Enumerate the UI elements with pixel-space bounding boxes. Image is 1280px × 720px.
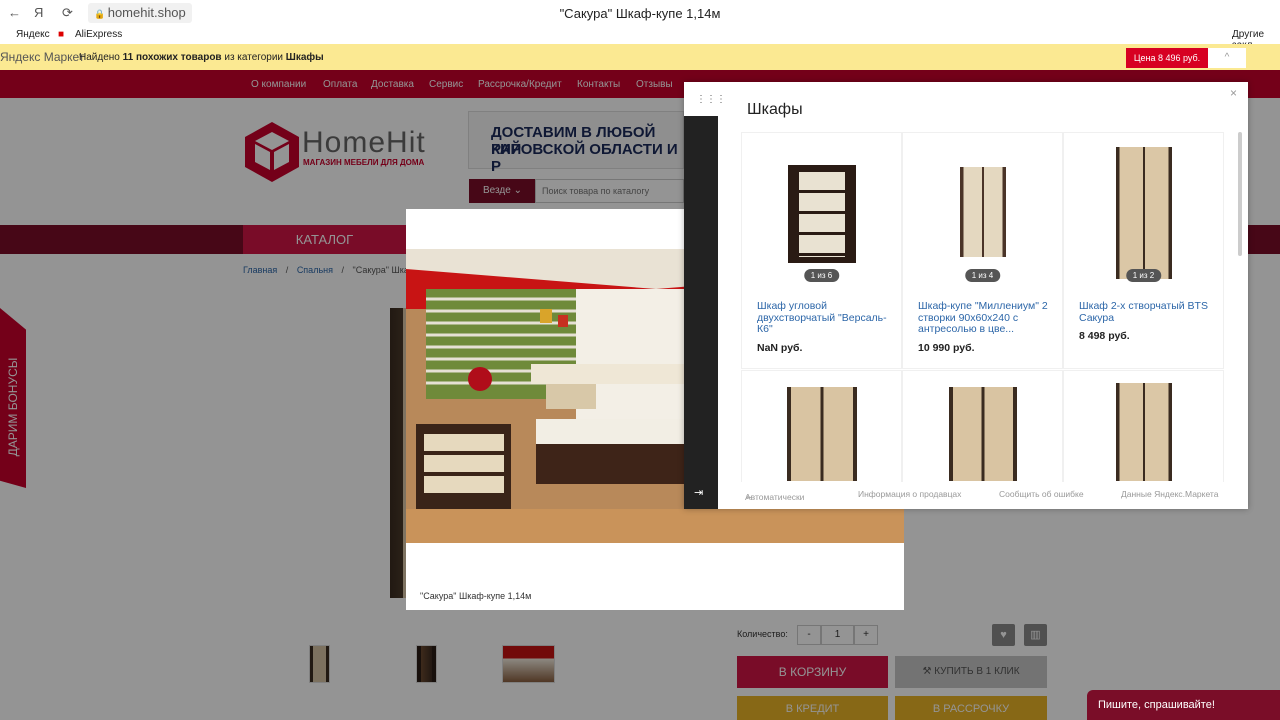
grid-icon[interactable]: ⋮⋮⋮ (696, 94, 726, 105)
close-icon[interactable]: × (1230, 86, 1237, 100)
product-card[interactable] (1063, 370, 1224, 482)
ym-msg-category: Шкафы (285, 52, 324, 63)
bookmark-aliexpress[interactable]: AliExpress (75, 29, 122, 40)
image-count-badge: 1 из 6 (803, 269, 840, 282)
product-card-title[interactable]: Шкаф 2-х створчатый BTS Сакура (1079, 300, 1214, 324)
ym-msg-mid: из категории (224, 52, 283, 63)
ym-footer-auto-label: Автоматически (745, 492, 805, 502)
product-card-image[interactable] (786, 387, 857, 481)
ym-logo[interactable]: Яндекс Маркет (0, 50, 84, 64)
ym-popup-sidebar (684, 116, 718, 509)
product-card-price: 8 498 руб. (1079, 330, 1130, 342)
product-card[interactable] (902, 370, 1063, 482)
lightbox-caption: "Сакура" Шкаф-купе 1,14м (420, 591, 532, 601)
product-card-image[interactable] (959, 167, 1006, 257)
bookmarks-bar: Яндекс ■ AliExpress Другие закл (0, 26, 1280, 51)
ym-popup-scrollbar[interactable] (1238, 132, 1242, 256)
ym-msg-prefix: Найдено (79, 52, 120, 63)
aliexpress-icon: ■ (58, 29, 65, 40)
ym-msg-count: 11 похожих товаров (122, 52, 222, 63)
ym-price-button[interactable]: Цена 8 496 руб. (1126, 48, 1208, 68)
bookmark-yandex[interactable]: Яндекс (16, 29, 50, 40)
product-card-image[interactable] (948, 387, 1017, 481)
product-card[interactable]: 1 из 2 Шкаф 2-х створчатый BTS Сакура 8 … (1063, 132, 1224, 369)
exit-icon[interactable]: ⇥ (694, 486, 703, 499)
ym-footer-report[interactable]: Сообщить об ошибке (999, 489, 1084, 499)
image-count-badge: 1 из 2 (1125, 269, 1162, 282)
product-card-image[interactable] (787, 165, 856, 263)
page-title: "Сакура" Шкаф-купе 1,14м (559, 6, 721, 21)
product-card[interactable]: 1 из 4 Шкаф-купе "Миллениум" 2 створки 9… (902, 132, 1063, 369)
ym-popup-footer: ➢ Автоматически Информация о продавцах С… (718, 486, 1248, 504)
ym-popup-heading: Шкафы (747, 101, 803, 118)
product-card-title[interactable]: Шкаф-купе "Миллениум" 2 створки 90х60х24… (918, 300, 1053, 336)
product-card[interactable] (741, 370, 902, 482)
ym-footer-data[interactable]: Данные Яндекс.Маркета (1121, 489, 1218, 499)
ym-footer-seller-info[interactable]: Информация о продавцах (858, 489, 961, 499)
chat-button[interactable]: Пишите, спрашивайте! (1087, 690, 1280, 720)
product-card-image[interactable] (1115, 383, 1172, 481)
ym-collapse-button[interactable]: ^ (1208, 48, 1246, 68)
product-card-image[interactable] (1115, 147, 1172, 279)
ym-message[interactable]: Найдено 11 похожих товаров из категории … (79, 52, 324, 63)
product-card-price: NaN руб. (757, 342, 803, 354)
ym-advisor-bar: Яндекс Маркет Найдено 11 похожих товаров… (0, 44, 1280, 70)
product-card-price: 10 990 руб. (918, 342, 975, 354)
product-card[interactable]: 1 из 6 Шкаф угловой двухстворчатый "Верс… (741, 132, 902, 369)
product-card-title[interactable]: Шкаф угловой двухстворчатый "Версаль-К6" (757, 300, 892, 336)
image-count-badge: 1 из 4 (964, 269, 1001, 282)
